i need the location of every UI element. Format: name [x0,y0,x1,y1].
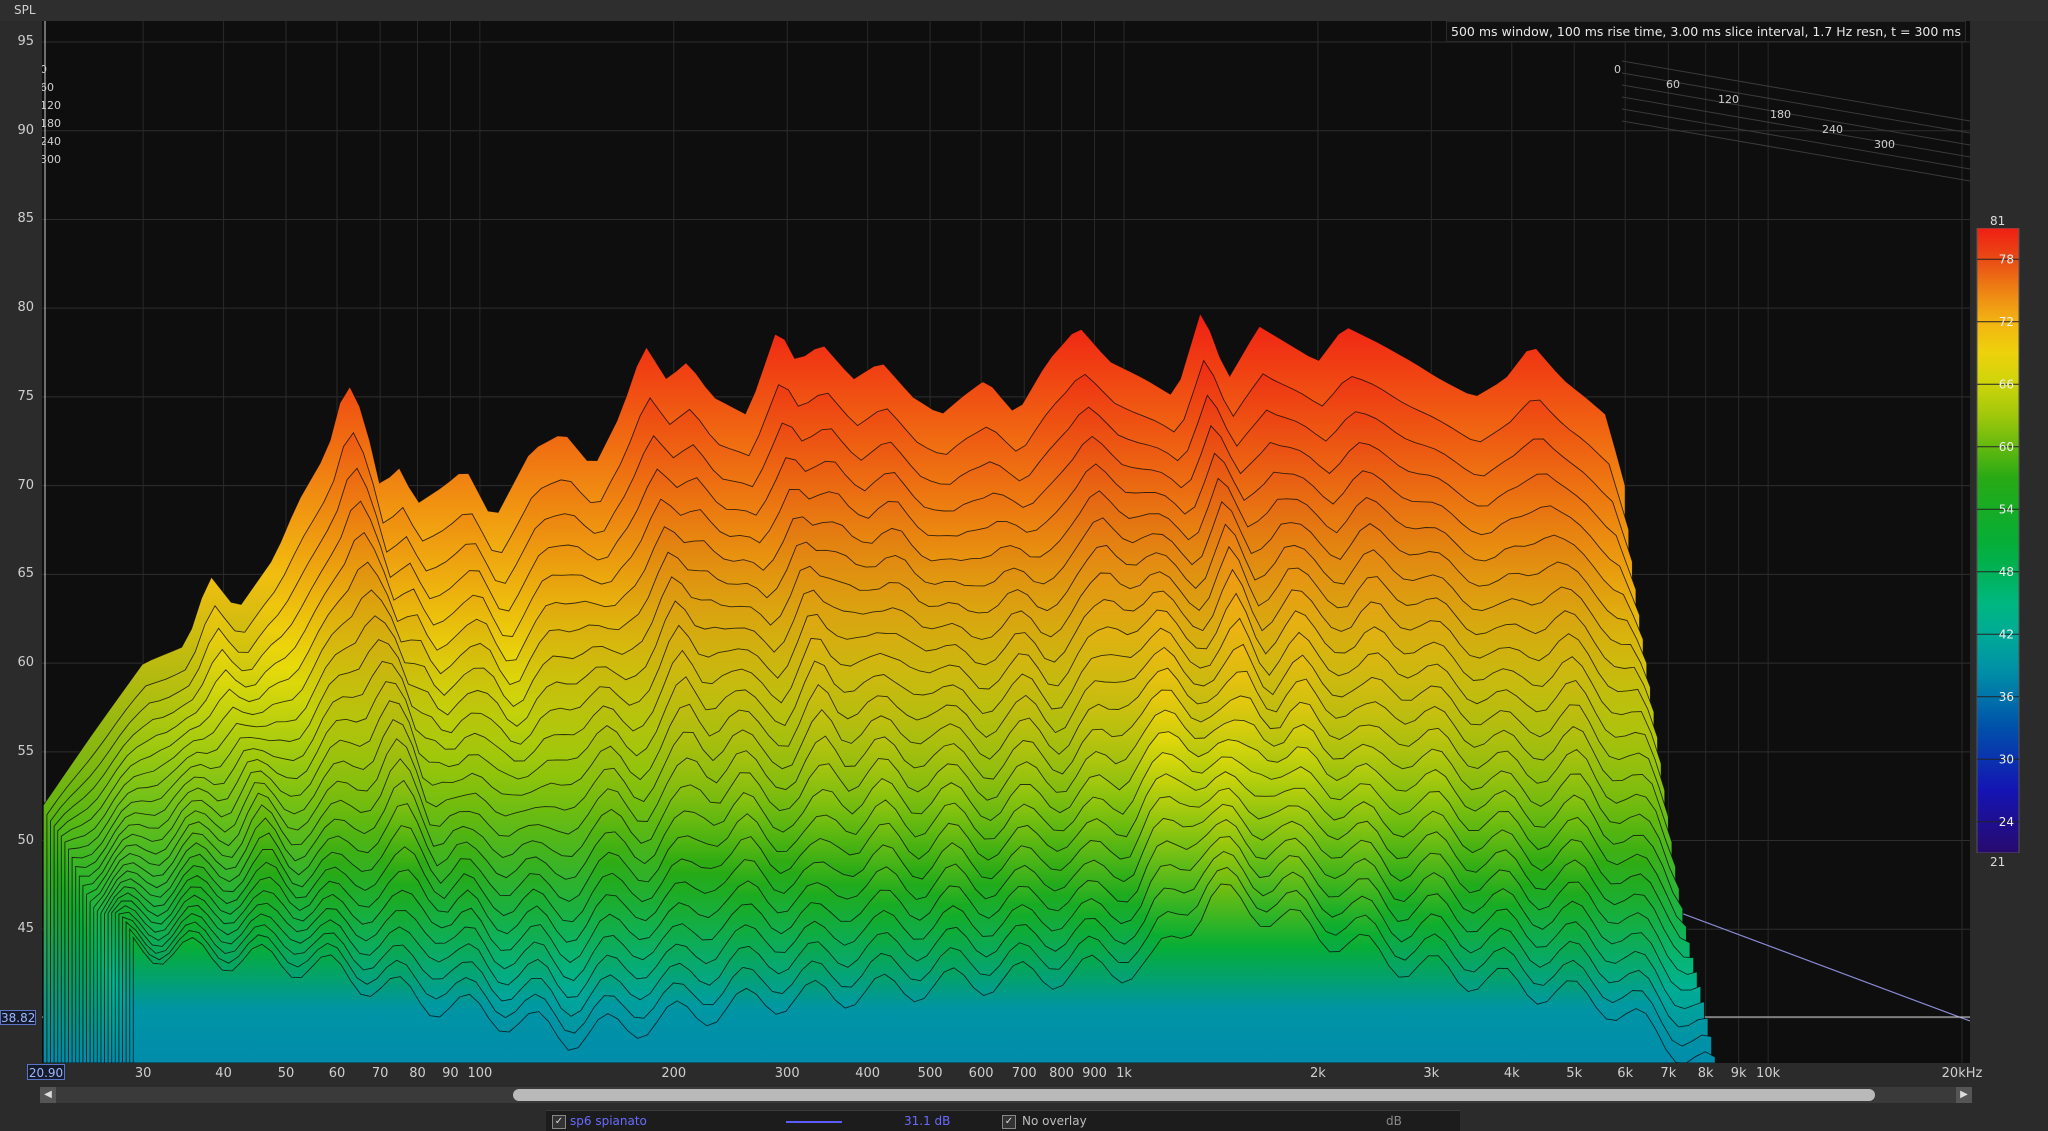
unit-label: dB [1386,1114,1402,1128]
x-tick-label: 60 [328,1066,346,1081]
series-value: 31.1 dB [904,1114,951,1128]
y-tick-label: 85 [17,211,34,227]
x-tick-label: 7k [1660,1066,1677,1081]
time-gridline [1621,96,1970,158]
y-tick-label: 90 [17,122,34,138]
y-tick-label: 95 [17,34,34,49]
time-axis-label: 60 [1666,78,1680,91]
x-tick-label: 30 [134,1066,152,1081]
y-tick-label: 80 [17,300,34,316]
time-gridline [1621,120,1970,182]
x-tick-label: 40 [215,1066,232,1081]
time-axis-label: 240 [1822,123,1843,136]
colorbar-tick-label: 24 [1999,815,2014,829]
color-scale-bar: 78 72 66 60 54 48 42 36 30 24 [1976,227,2020,854]
y-tick-label: 60 [17,655,34,671]
x-tick-label: 6k [1617,1066,1634,1081]
time-gridline [1621,84,1970,146]
x-tick-label: 70 [371,1066,389,1081]
colorbar-tick-label: 42 [1999,627,2014,641]
time-axis-label: 120 [1718,93,1739,106]
series-name[interactable]: sp6 spianato [570,1114,647,1128]
overlay-label: No overlay [1022,1114,1087,1128]
cursor-y-readout[interactable]: 38.82 [0,1010,36,1025]
time-axis-left-label: 300 [42,153,61,166]
time-axis-left-label: 240 [42,135,61,148]
colorbar-tick-label: 78 [1999,252,2014,266]
y-tick-label: 70 [17,477,34,493]
y-tick-label: 50 [17,832,34,848]
x-tick-label: 4k [1503,1066,1520,1081]
colorbar-max-label: 81 [1990,214,2006,228]
x-tick-label: 10k [1756,1066,1781,1081]
time-axis-left-label: 0 [42,63,47,76]
colorbar-tick-label: 48 [1999,565,2014,579]
x-tick-label: 200 [661,1066,687,1081]
time-axis-left-label: 180 [42,117,61,130]
time-axis-label: 0 [1614,63,1621,76]
x-tick-label: 100 [467,1066,493,1081]
x-tick-label: 600 [968,1066,994,1081]
colorbar-tick-label: 36 [1999,690,2014,704]
series-line-swatch [786,1121,842,1123]
x-tick-label: 300 [774,1066,800,1081]
time-axis-left-label: 60 [42,81,54,94]
scroll-thumb[interactable] [513,1089,1875,1101]
x-tick-label: 800 [1049,1066,1074,1081]
series-visible-checkbox[interactable]: ✓ [552,1115,566,1129]
waterfall-plot-area[interactable]: 0 60 120 180 240 300 0 60 120 180 240 300 500 ms wi… [42,21,1970,1063]
waterfall-svg[interactable]: 0 60 120 180 240 300 0 60 120 180 240 300 [42,21,1970,1063]
time-axis-label: 180 [1770,108,1791,121]
x-tick-label: 500 [917,1066,943,1081]
cursor-x-readout[interactable]: 20.90 [27,1064,65,1080]
x-tick-label: 900 [1082,1066,1107,1081]
x-tick-label: 700 [1011,1066,1037,1081]
x-tick-label: 3k [1423,1066,1440,1081]
scroll-left-arrow-icon[interactable]: ◀ [40,1087,56,1103]
x-tick-label: 20kHz [1941,1066,1983,1081]
time-gridline [1621,60,1970,122]
y-tick-label: 45 [17,921,34,937]
x-tick-label: 5k [1566,1066,1583,1081]
colorbar-tick-label: 66 [1999,377,2014,391]
colorbar-tick-label: 72 [1999,315,2014,329]
y-tick-label: 75 [17,388,34,404]
x-tick-label: 8k [1697,1066,1714,1081]
scroll-right-arrow-icon[interactable]: ▶ [1956,1087,1972,1103]
y-axis-title: SPL [14,3,36,17]
x-tick-label: 50 [277,1066,295,1081]
color-scale-svg: 78 72 66 60 54 48 42 36 30 24 [1976,227,2020,854]
y-tick-label: 55 [17,743,34,759]
x-tick-label: 2k [1309,1066,1326,1081]
x-tick-label: 9k [1730,1066,1747,1081]
time-gridline [1621,108,1970,170]
x-tick-label: 90 [442,1066,459,1081]
time-axis-label: 300 [1874,138,1895,151]
legend-bar: ✓ sp6 spianato 31.1 dB ✓ No overlay dB [546,1110,1460,1131]
horizontal-scrollbar[interactable]: ◀ ▶ [40,1087,1972,1103]
x-tick-label: 400 [855,1066,881,1081]
colorbar-tick-label: 30 [1999,752,2014,766]
waterfall-slices [42,312,1716,1063]
time-axis-left-label: 120 [42,99,61,112]
x-tick-label: 80 [409,1066,426,1081]
analysis-info-label: 500 ms window, 100 ms rise time, 3.00 ms… [1446,21,1966,42]
colorbar-min-label: 21 [1990,855,2006,869]
colorbar-tick-label: 54 [1999,502,2014,516]
overlay-checkbox[interactable]: ✓ [1002,1115,1016,1129]
y-tick-label: 65 [17,566,34,582]
colorbar-tick-label: 60 [1999,440,2014,454]
top-bar: SPL [0,0,2048,21]
x-tick-label: 1k [1116,1066,1132,1081]
